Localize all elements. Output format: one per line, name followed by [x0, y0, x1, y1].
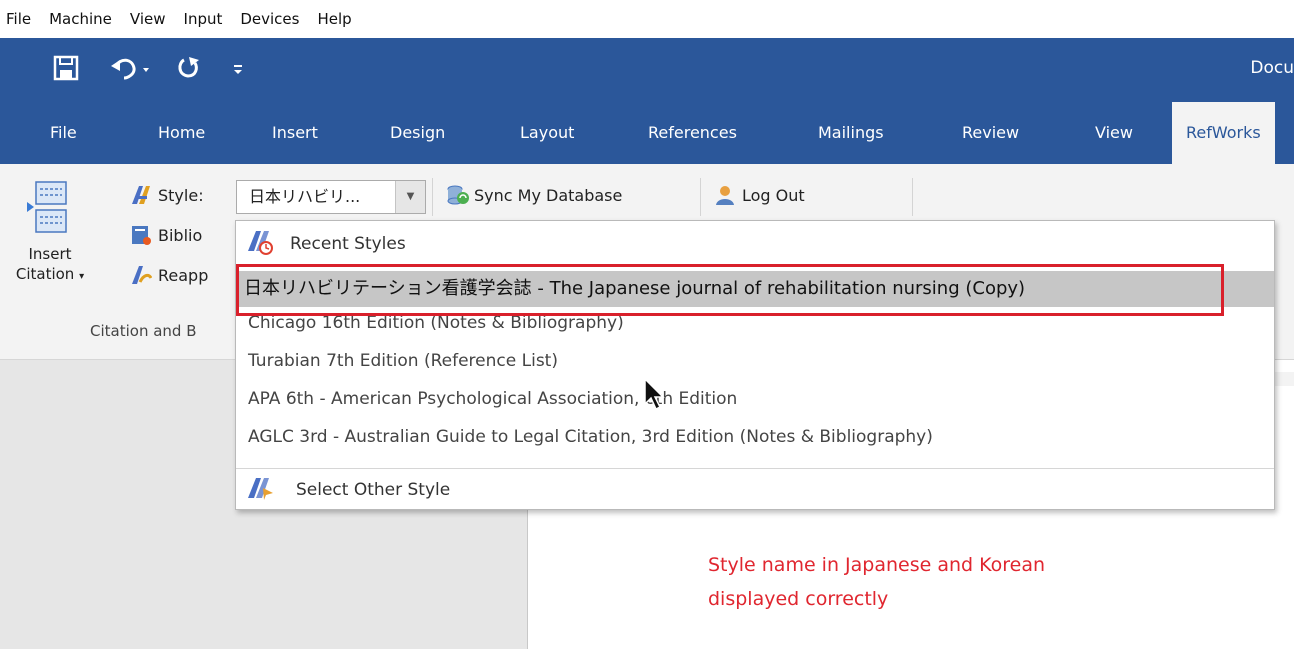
insert-citation-icon	[26, 180, 74, 244]
select-other-style-button[interactable]: Select Other Style	[236, 469, 1274, 511]
recent-styles-icon	[246, 229, 276, 260]
tab-refworks[interactable]: RefWorks	[1172, 102, 1275, 164]
tab-layout[interactable]: Layout	[520, 102, 574, 164]
tab-mailings[interactable]: Mailings	[818, 102, 884, 164]
sync-icon	[446, 184, 469, 206]
bibliography-icon	[130, 224, 152, 246]
reapply-button[interactable]: Reapp	[130, 264, 208, 286]
tab-file[interactable]: File	[50, 102, 77, 164]
bibliography-button[interactable]: Biblio	[130, 224, 202, 246]
ribbon-separator	[912, 178, 913, 216]
style-option[interactable]: Turabian 7th Edition (Reference List)	[248, 351, 558, 371]
vm-menu-view[interactable]: View	[130, 10, 166, 28]
title-bar: Docu	[0, 38, 1294, 102]
document-title: Docu	[1250, 58, 1294, 78]
insert-citation-text: Citation	[15, 265, 75, 283]
style-label-group: Style:	[130, 184, 204, 206]
annotation-line-1: Style name in Japanese and Korean	[708, 554, 1046, 576]
annotation-line-2: displayed correctly	[708, 588, 889, 610]
tab-design[interactable]: Design	[390, 102, 445, 164]
save-icon[interactable]	[52, 54, 80, 89]
user-icon	[714, 184, 736, 206]
ribbon-separator	[432, 178, 433, 216]
recent-styles-header: Recent Styles	[236, 221, 1274, 267]
style-select[interactable]: 日本リハビリ... ▼	[236, 180, 426, 214]
sync-database-button[interactable]: Sync My Database	[446, 184, 622, 206]
vm-menu-devices[interactable]: Devices	[240, 10, 299, 28]
tab-home[interactable]: Home	[158, 102, 205, 164]
redo-icon[interactable]	[176, 54, 202, 89]
tab-review[interactable]: Review	[962, 102, 1019, 164]
annotation-note: Style name in Japanese and Korean displa…	[708, 548, 1208, 616]
style-label: Style:	[158, 185, 204, 205]
log-out-button[interactable]: Log Out	[714, 184, 805, 206]
chevron-down-icon: ▾	[79, 271, 85, 282]
style-option[interactable]: AGLC 3rd - Australian Guide to Legal Cit…	[248, 427, 933, 447]
vm-menu-help[interactable]: Help	[317, 10, 351, 28]
style-icon	[130, 184, 152, 206]
vm-menu-bar: File Machine View Input Devices Help	[0, 0, 1294, 38]
style-select-value: 日本リハビリ...	[249, 187, 361, 206]
log-out-label: Log Out	[742, 185, 805, 205]
reapply-label: Reapp	[158, 265, 209, 285]
tab-insert[interactable]: Insert	[272, 102, 318, 164]
select-other-style-label: Select Other Style	[296, 480, 451, 500]
sync-database-label: Sync My Database	[474, 185, 623, 205]
insert-citation-label-1: Insert	[28, 245, 72, 263]
highlight-box	[236, 264, 1224, 316]
bibliography-label: Biblio	[158, 225, 203, 245]
undo-icon[interactable]	[110, 54, 152, 89]
recent-styles-label: Recent Styles	[290, 234, 406, 254]
style-option[interactable]: Chicago 16th Edition (Notes & Bibliograp…	[248, 313, 624, 333]
tab-view[interactable]: View	[1095, 102, 1133, 164]
group-label-citation: Citation and B	[90, 322, 197, 340]
insert-citation-button[interactable]: Insert Citation ▾	[12, 180, 88, 287]
customize-qat-icon[interactable]	[232, 54, 244, 92]
ribbon-tabs: File Home Insert Design Layout Reference…	[0, 102, 1294, 164]
vm-menu-file[interactable]: File	[6, 10, 31, 28]
tab-references[interactable]: References	[648, 102, 737, 164]
reapply-icon	[130, 264, 153, 286]
chevron-down-icon[interactable]: ▼	[395, 181, 425, 213]
vm-menu-input[interactable]: Input	[184, 10, 223, 28]
vm-menu-machine[interactable]: Machine	[49, 10, 112, 28]
ribbon-separator	[700, 178, 701, 216]
insert-citation-label-2: Citation ▾	[16, 264, 84, 287]
select-other-style-icon	[246, 476, 276, 505]
